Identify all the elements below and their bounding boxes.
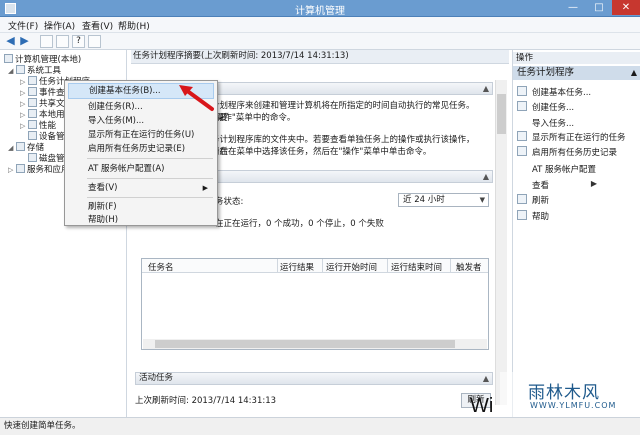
services-icon <box>16 164 25 173</box>
minimize-button[interactable]: — <box>560 0 586 15</box>
collapse-icon[interactable]: ▲ <box>483 171 489 182</box>
context-enable-history[interactable]: 启用所有任务历史记录(E) <box>68 141 214 157</box>
watermark-url: WWW.YLMFU.COM <box>530 401 617 410</box>
time-filter-select[interactable]: 近 24 小时 ▼ <box>398 193 489 207</box>
task-status-table: 任务名 运行结果 运行开始时间 运行结束时间 触发者 <box>141 258 489 350</box>
running-tasks-icon <box>517 131 527 141</box>
up-folder-icon[interactable] <box>40 35 53 48</box>
column-run-start[interactable]: 运行开始时间 <box>326 261 377 273</box>
refresh-icon <box>517 194 527 204</box>
shared-folder-icon <box>28 98 37 107</box>
overview-text-2: "操作"菜单中的命令。 <box>211 113 296 123</box>
users-icon <box>28 109 37 118</box>
close-button[interactable]: ✕ <box>612 0 640 15</box>
column-divider[interactable] <box>277 259 278 273</box>
collapse-icon[interactable]: ▲ <box>483 373 489 384</box>
properties-icon[interactable] <box>88 35 101 48</box>
menu-separator <box>87 178 213 179</box>
create-basic-task-icon <box>517 86 527 96</box>
watermark: 雨林木风 WWW.YLMFU.COM <box>500 372 640 417</box>
overview-text-4: 务后在菜单中选择该任务，然后在"操作"菜单中单击命令。 <box>211 147 432 157</box>
chevron-down-icon: ▼ <box>479 196 485 204</box>
action-create-task[interactable]: 创建任务... <box>517 101 574 114</box>
column-divider[interactable] <box>322 259 323 273</box>
title-bar: 计算机管理 — □ ✕ <box>0 0 640 17</box>
tools-icon <box>16 65 25 74</box>
context-at-service-config[interactable]: AT 服务帐户配置(A) <box>68 161 214 177</box>
toolbar: ◀ ▶ ? <box>0 33 640 50</box>
menu-separator <box>87 197 213 198</box>
column-run-result[interactable]: 运行结果 <box>280 261 314 273</box>
context-help[interactable]: 帮助(H) <box>68 212 214 228</box>
red-pointer-arrow-icon <box>179 85 214 111</box>
active-tasks-section-header[interactable]: 活动任务 ▲ <box>135 372 493 385</box>
collapse-icon[interactable]: ▲ <box>631 66 637 80</box>
show-hide-tree-icon[interactable] <box>56 35 69 48</box>
task-status-label: 务状态: <box>215 197 244 207</box>
collapse-icon[interactable]: ◢ <box>8 143 16 154</box>
expand-icon[interactable]: ▷ <box>8 165 16 176</box>
last-refresh-time: 上次刷新时间: 2013/7/14 14:31:13 <box>135 396 277 406</box>
create-task-icon <box>517 101 527 111</box>
status-bar: 快速创建简单任务。 <box>0 417 640 435</box>
menu-separator <box>87 158 213 159</box>
help-icon <box>517 210 527 220</box>
action-enable-history[interactable]: 启用所有任务历史记录 <box>517 146 617 159</box>
collapse-icon[interactable]: ▲ <box>483 83 489 94</box>
back-arrow-icon[interactable]: ◀ <box>4 35 17 48</box>
history-icon <box>517 146 527 156</box>
table-header: 任务名 运行结果 运行开始时间 运行结束时间 触发者 <box>142 259 488 273</box>
forward-arrow-icon[interactable]: ▶ <box>18 35 31 48</box>
actions-pane: 操作 任务计划程序 ▲ 创建基本任务... 创建任务... 导入任务... 显示所… <box>512 50 640 417</box>
action-create-basic-task[interactable]: 创建基本任务... <box>517 86 591 99</box>
action-at-service-config[interactable]: AT 服务帐户配置 <box>517 162 596 176</box>
performance-icon <box>28 120 37 129</box>
horizontal-scrollbar[interactable] <box>143 339 487 349</box>
task-status-summary: 在正在运行，0 个成功，0 个停止，0 个失败 <box>215 219 384 229</box>
column-divider[interactable] <box>387 259 388 273</box>
menu-view[interactable]: 查看(V) <box>82 19 113 32</box>
clock-icon <box>28 76 37 85</box>
actions-subheader[interactable]: 任务计划程序 ▲ <box>513 66 640 80</box>
column-divider[interactable] <box>450 259 451 273</box>
action-refresh[interactable]: 刷新 <box>517 194 549 207</box>
storage-icon <box>16 142 25 151</box>
action-import-task[interactable]: 导入任务... <box>517 116 574 130</box>
device-manager-icon <box>28 131 37 140</box>
maximize-button[interactable]: □ <box>586 0 612 15</box>
column-task-name[interactable]: 任务名 <box>148 261 174 273</box>
disk-icon <box>28 153 37 162</box>
chevron-right-icon: ▶ <box>590 179 598 188</box>
scrollbar-thumb[interactable] <box>155 340 455 348</box>
action-help[interactable]: 帮助 <box>517 210 549 223</box>
help-icon[interactable]: ? <box>72 35 85 48</box>
context-view[interactable]: 查看(V) ▶ <box>68 180 214 196</box>
menu-bar: 文件(F) 操作(A) 查看(V) 帮助(H) <box>0 17 640 33</box>
expand-icon[interactable]: ▷ <box>20 121 28 132</box>
window-title: 计算机管理 <box>295 6 345 17</box>
summary-header: 任务计划程序摘要(上次刷新时间: 2013/7/14 14:31:13) <box>131 50 509 64</box>
column-run-end[interactable]: 运行结束时间 <box>391 261 442 273</box>
menu-action[interactable]: 操作(A) <box>44 19 75 32</box>
event-viewer-icon <box>28 87 37 96</box>
menu-file[interactable]: 文件(F) <box>8 19 38 32</box>
collapse-icon[interactable]: ◢ <box>8 66 16 77</box>
scrollbar-thumb[interactable] <box>497 94 506 134</box>
computer-icon <box>4 54 13 63</box>
watermark-text: 雨林木风 <box>528 383 600 403</box>
overlay-text: Wi <box>470 395 494 417</box>
menu-help[interactable]: 帮助(H) <box>118 19 150 32</box>
vertical-scrollbar[interactable] <box>495 80 507 405</box>
action-view[interactable]: 查看 ▶ <box>517 178 597 192</box>
action-show-running-tasks[interactable]: 显示所有正在运行的任务 <box>517 131 626 144</box>
actions-header: 操作 <box>513 52 640 64</box>
chevron-right-icon: ▶ <box>202 184 208 192</box>
column-triggered-by[interactable]: 触发者 <box>456 261 482 273</box>
